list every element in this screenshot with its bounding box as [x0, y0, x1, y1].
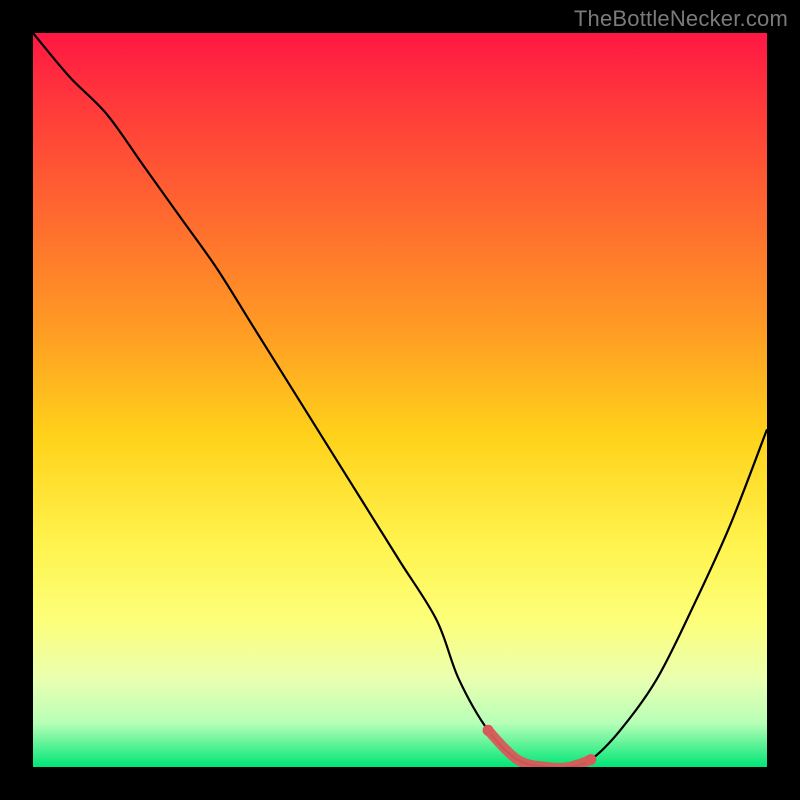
optimal-region-endpoint: [585, 754, 596, 765]
bottleneck-curve-path: [33, 33, 767, 767]
chart-frame: TheBottleNecker.com: [0, 0, 800, 800]
watermark-text: TheBottleNecker.com: [574, 6, 788, 32]
plot-area: [33, 33, 767, 767]
bottleneck-curve: [33, 33, 767, 767]
optimal-region-highlight: [488, 730, 591, 767]
optimal-region-endpoint: [483, 725, 494, 736]
